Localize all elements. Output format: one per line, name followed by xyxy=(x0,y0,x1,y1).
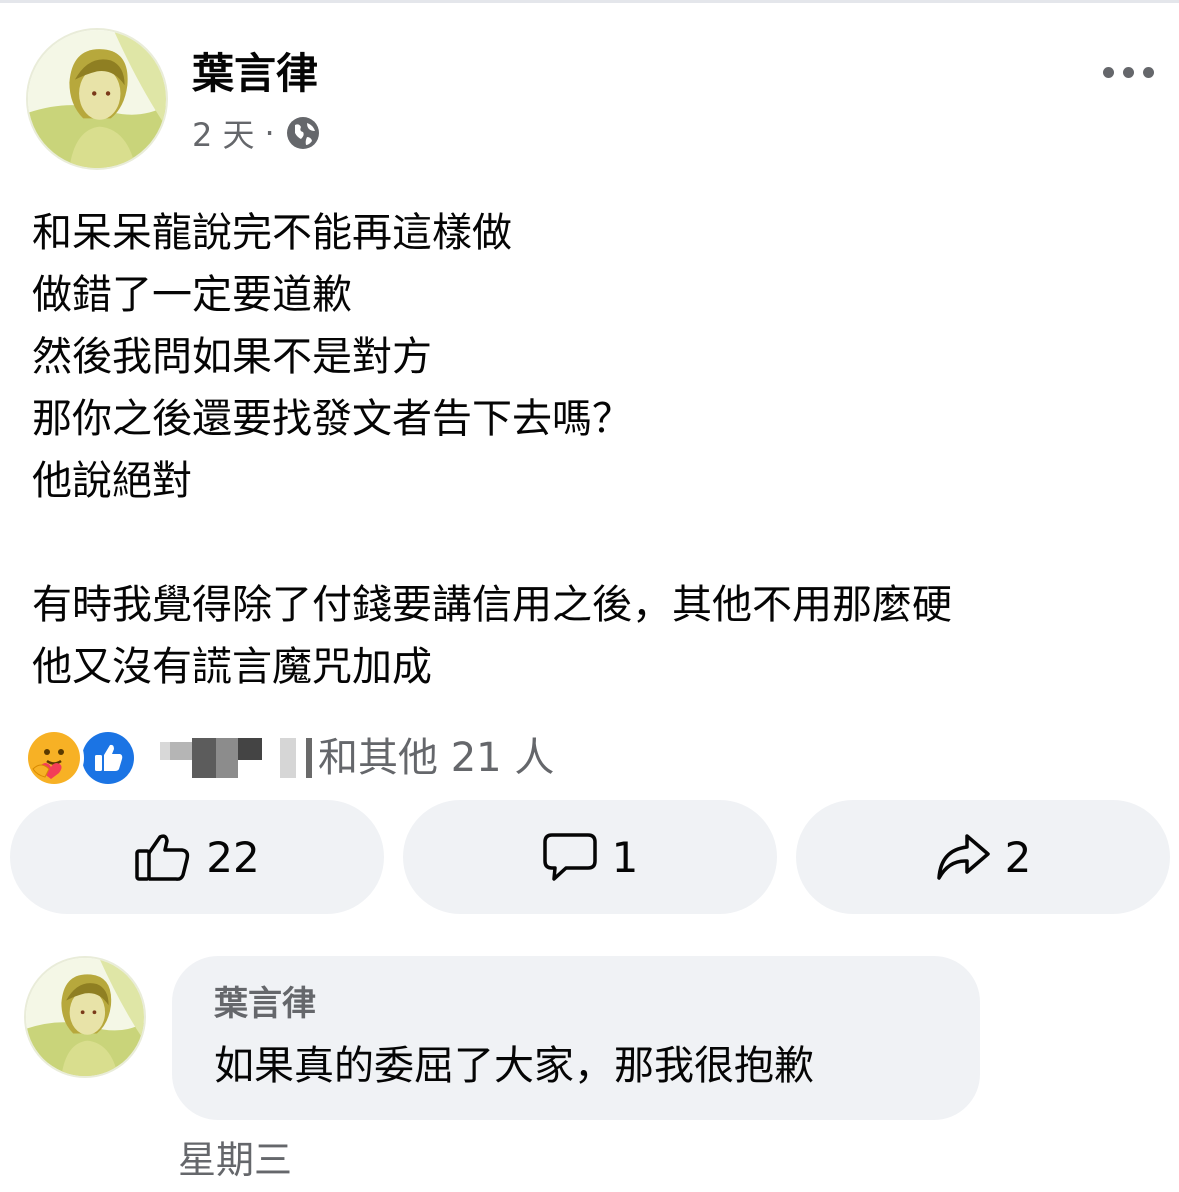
share-count: 2 xyxy=(1004,832,1032,882)
blur-block xyxy=(306,738,312,778)
blur-block xyxy=(262,738,280,778)
comment-text: 如果真的委屈了大家，那我很抱歉 xyxy=(214,1043,814,1089)
blur-block xyxy=(238,738,262,760)
post-text-blank-line xyxy=(32,512,1152,574)
more-options-icon[interactable] xyxy=(1092,50,1164,94)
post-text-line: 那你之後還要找發文者告下去嗎？ xyxy=(32,396,632,442)
blur-block xyxy=(296,738,306,778)
like-button[interactable]: 22 xyxy=(10,800,384,914)
post-text-line: 做錯了一定要道歉 xyxy=(32,272,352,318)
blur-block xyxy=(216,738,238,778)
like-count: 22 xyxy=(206,832,260,882)
comment-bubble[interactable]: 葉言律 如果真的委屈了大家，那我很抱歉 xyxy=(172,956,980,1120)
top-divider xyxy=(0,0,1179,3)
reactions-summary[interactable]: 和其他 21 人 xyxy=(24,728,554,788)
post-author-name[interactable]: 葉言律 xyxy=(192,46,318,102)
post-text-line: 和呆呆龍說完不能再這樣做 xyxy=(32,210,512,256)
dot xyxy=(1122,66,1134,78)
avatar-portrait-image xyxy=(28,30,166,168)
comment-bubble-icon xyxy=(542,833,597,881)
post-body: 和呆呆龍說完不能再這樣做 做錯了一定要道歉 然後我問如果不是對方 那你之後還要找… xyxy=(32,202,1152,698)
dot xyxy=(1142,66,1154,78)
dot xyxy=(1102,66,1114,78)
post-text-line: 然後我問如果不是對方 xyxy=(32,334,432,380)
post-text-line: 他說絕對 xyxy=(32,458,192,504)
author-avatar[interactable] xyxy=(26,28,168,170)
blur-block xyxy=(170,742,192,760)
share-arrow-icon xyxy=(936,834,990,880)
comment-author-name[interactable]: 葉言律 xyxy=(214,982,316,1026)
post-meta: 2 天 · xyxy=(192,112,321,154)
meta-separator: · xyxy=(264,114,275,152)
thumbs-up-icon xyxy=(135,834,190,881)
comment-button[interactable]: 1 xyxy=(403,800,777,914)
comment-count: 1 xyxy=(611,832,639,882)
reaction-summary-text[interactable]: 和其他 21 人 xyxy=(318,728,554,788)
comment-timestamp[interactable]: 星期三 xyxy=(178,1134,292,1186)
like-reaction-icon xyxy=(78,728,138,788)
blurred-reactor-names xyxy=(160,737,312,779)
share-button[interactable]: 2 xyxy=(796,800,1170,914)
blur-block xyxy=(280,738,296,778)
commenter-avatar[interactable] xyxy=(24,956,146,1078)
blur-block xyxy=(192,738,216,778)
avatar-portrait-image xyxy=(26,958,144,1076)
blur-block xyxy=(160,742,170,760)
post-text-line: 有時我覺得除了付錢要講信用之後，其他不用那麼硬 xyxy=(32,582,952,628)
post-text-line: 他又沒有謊言魔咒加成 xyxy=(32,644,432,690)
globe-icon[interactable] xyxy=(285,115,321,151)
care-reaction-icon xyxy=(24,728,84,788)
post-timestamp[interactable]: 2 天 xyxy=(192,110,255,156)
